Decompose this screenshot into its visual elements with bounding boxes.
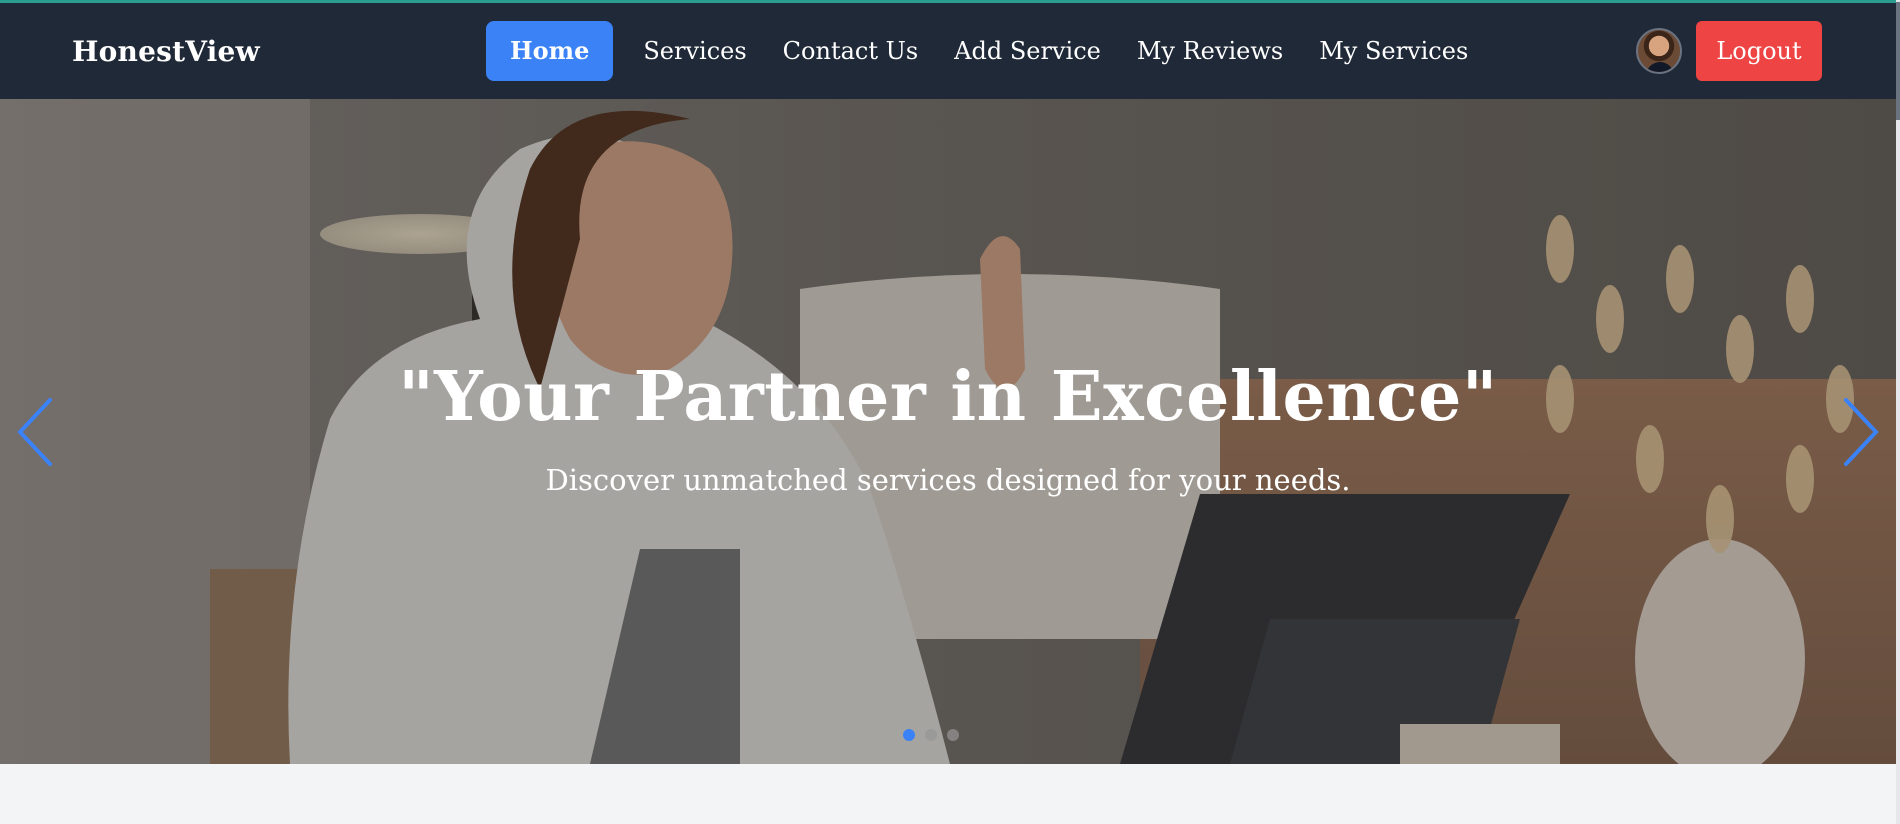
scrollbar-thumb[interactable]: [1896, 2, 1900, 120]
carousel-pagination: [903, 729, 969, 741]
carousel-next-button[interactable]: [1838, 394, 1882, 470]
carousel-dot-1[interactable]: [903, 729, 915, 741]
hero-content: "Your Partner in Excellence" Discover un…: [0, 99, 1896, 764]
nav-item-contact-us[interactable]: Contact Us: [783, 37, 918, 65]
nav-item-my-services[interactable]: My Services: [1319, 37, 1468, 65]
carousel-dot-2[interactable]: [925, 729, 937, 741]
hero-title: "Your Partner in Excellence": [398, 357, 1498, 437]
logout-button[interactable]: Logout: [1696, 21, 1822, 81]
nav-item-add-service[interactable]: Add Service: [954, 37, 1101, 65]
avatar-figure: [1646, 62, 1674, 72]
hero-subtitle: Discover unmatched services designed for…: [545, 463, 1351, 497]
page: HonestView Home Services Contact Us Add …: [0, 0, 1900, 824]
carousel-dot-3[interactable]: [947, 729, 959, 741]
nav-item-my-reviews[interactable]: My Reviews: [1137, 37, 1283, 65]
nav-item-services[interactable]: Services: [643, 37, 746, 65]
chevron-right-icon: [1844, 398, 1879, 466]
nav-item-home[interactable]: Home: [486, 21, 614, 81]
nav-links: Home Services Contact Us Add Service My …: [486, 21, 1504, 81]
chevron-left-icon: [17, 398, 52, 466]
user-avatar[interactable]: [1636, 28, 1682, 74]
navbar: HonestView Home Services Contact Us Add …: [0, 3, 1896, 99]
carousel-prev-button[interactable]: [14, 394, 58, 470]
hero-carousel: "Your Partner in Excellence" Discover un…: [0, 99, 1896, 764]
brand-logo[interactable]: HonestView: [72, 3, 260, 99]
page-scrollbar[interactable]: [1896, 0, 1900, 824]
